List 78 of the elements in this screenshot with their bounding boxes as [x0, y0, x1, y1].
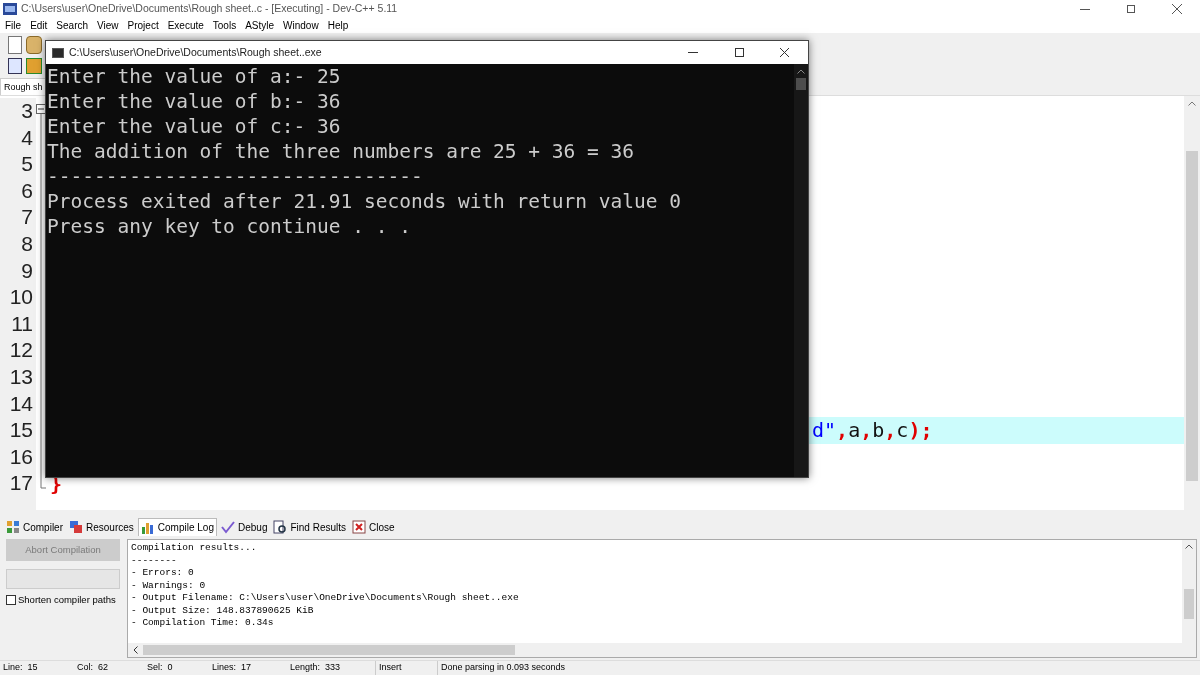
status-field: Length: 333 — [287, 661, 375, 675]
console-line: The addition of the three numbers are 25 + 36 = 36 — [47, 139, 635, 164]
shorten-paths-checkbox[interactable]: Shorten compiler paths — [6, 593, 120, 608]
status-field: Sel: 0 — [144, 661, 209, 675]
status-field: Col: 62 — [74, 661, 144, 675]
open-folder-icon[interactable] — [26, 36, 42, 54]
menu-item[interactable]: Help — [327, 18, 349, 33]
line-number: 17 — [8, 470, 33, 497]
console-line: Enter the value of a:- 25 — [47, 64, 342, 89]
line-number: 14 — [8, 390, 33, 417]
panel-tab[interactable]: Resources — [67, 518, 136, 536]
scrollbar-thumb[interactable] — [1184, 589, 1194, 619]
vertical-scrollbar[interactable] — [1184, 96, 1200, 510]
menu-item[interactable]: Tools — [212, 18, 237, 33]
scroll-left-icon[interactable] — [133, 646, 138, 654]
console-line: Process exited after 21.91 seconds with return value 0 — [47, 189, 682, 214]
tab-windows-icon — [69, 520, 83, 534]
status-field: Line: 15 — [0, 661, 74, 675]
status-message: Done parsing in 0.093 seconds — [437, 661, 566, 675]
line-number: 3 — [20, 98, 33, 124]
console-line: -------------------------------- — [47, 164, 424, 189]
console-line: Enter the value of b:- 36 — [47, 89, 342, 114]
menu-item[interactable]: Project — [127, 18, 159, 33]
line-number: 8 — [20, 230, 33, 257]
panel-tab[interactable]: Compiler — [4, 518, 65, 536]
scrollbar-thumb[interactable] — [796, 78, 806, 90]
check-icon — [221, 520, 235, 534]
app-icon — [3, 3, 17, 15]
panel-tab[interactable]: Compile Log — [137, 518, 217, 536]
line-number: 4 — [20, 124, 33, 151]
log-line: - Output Size: 148.837890625 KiB — [131, 604, 315, 617]
log-line: -------- — [131, 554, 178, 567]
menu-item[interactable]: Edit — [30, 18, 48, 33]
window-icon[interactable] — [8, 58, 22, 74]
line-number: 15 — [8, 417, 33, 444]
line-number: 6 — [20, 177, 33, 204]
line-number: 10 — [8, 284, 33, 311]
line-number: 11 — [10, 310, 33, 337]
scroll-up-icon[interactable] — [1185, 544, 1193, 549]
console-app-icon — [52, 47, 64, 58]
close-icon — [352, 520, 367, 534]
panel-tab[interactable]: Find Results — [271, 518, 349, 536]
menu-item[interactable]: Search — [56, 18, 89, 33]
line-number: 9 — [20, 257, 33, 284]
line-number: 5 — [20, 151, 33, 178]
log-line: - Compilation Time: 0.34s — [131, 617, 275, 630]
line-number: 13 — [8, 363, 33, 390]
log-vertical-scrollbar[interactable] — [1182, 540, 1196, 643]
menu-item[interactable]: Execute — [167, 18, 204, 33]
editor-tab[interactable]: Rough sh — [0, 78, 47, 95]
tab-grid-icon — [6, 520, 20, 534]
new-file-icon[interactable] — [8, 36, 22, 54]
line-number: 7 — [20, 204, 33, 231]
scroll-up-icon[interactable] — [797, 69, 805, 74]
insert-mode: Insert — [375, 661, 437, 675]
scroll-up-icon[interactable] — [1188, 101, 1196, 106]
panel-tab[interactable]: Close — [350, 518, 397, 536]
log-line: Compilation results... — [131, 542, 258, 555]
find-icon — [273, 520, 288, 534]
console-line: Enter the value of c:- 36 — [47, 114, 342, 139]
menu-item[interactable]: File — [5, 18, 22, 33]
console-title: C:\Users\user\OneDrive\Documents\Rough sheet..exe — [69, 44, 322, 60]
console-line: Press any key to continue . . . — [47, 214, 412, 239]
menu-item[interactable]: AStyle — [245, 18, 275, 33]
line-number: 16 — [8, 443, 33, 470]
menu-item[interactable]: View — [97, 18, 119, 33]
log-line: - Output Filename: C:\Users\user\OneDrive\Documents\Rough sheet..exe — [131, 592, 520, 605]
console-scrollbar[interactable] — [794, 64, 808, 477]
status-field: Lines: 17 — [209, 661, 287, 675]
log-line: - Warnings: 0 — [131, 579, 207, 592]
window-title: C:\Users\user\OneDrive\Documents\Rough sheet..c - [Executing] - Dev-C++ 5.11 — [21, 1, 398, 17]
menu-item[interactable]: Window — [283, 18, 319, 33]
panel-tab[interactable]: Debug — [219, 518, 270, 536]
code-text: d",a,b,c); — [812, 417, 933, 445]
bar-chart-icon — [140, 520, 155, 535]
log-line: - Errors: 0 — [131, 567, 195, 580]
horizontal-scrollbar[interactable] — [128, 643, 1196, 657]
line-number: 12 — [8, 337, 33, 364]
